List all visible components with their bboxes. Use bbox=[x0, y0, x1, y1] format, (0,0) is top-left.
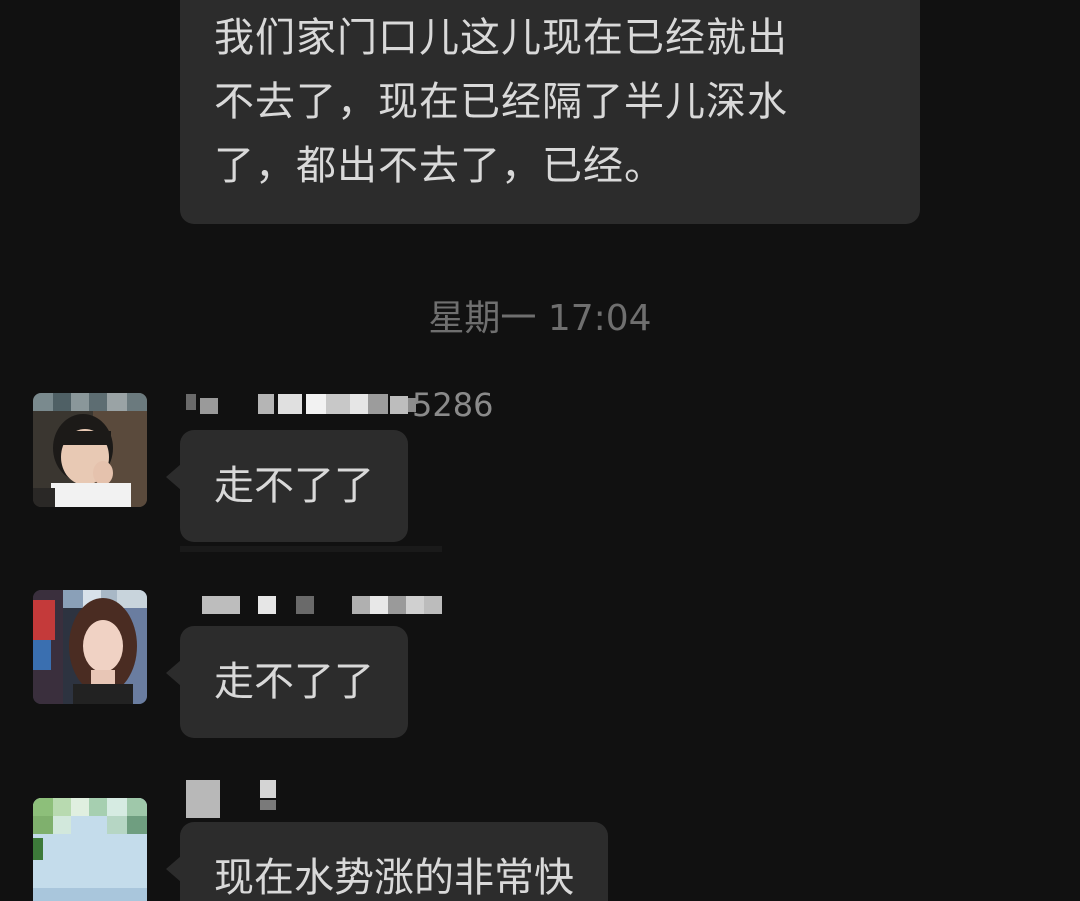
sender-name bbox=[186, 780, 306, 818]
message-text: 现在水势涨的非常快 bbox=[214, 855, 574, 901]
pixelated-name-icon bbox=[202, 596, 442, 614]
bubble-tail bbox=[166, 660, 181, 686]
avatar-woman-long-hair-icon bbox=[33, 590, 147, 704]
message-line: 不去了，现在已经隔了半儿深水 bbox=[214, 79, 788, 125]
message-line: 了，都出不去了，已经。 bbox=[214, 143, 665, 189]
chat-screen: 我们家门口儿这儿现在已经就出 不去了，现在已经隔了半儿深水 了，都出不去了，已经… bbox=[0, 0, 1080, 901]
avatar[interactable] bbox=[33, 798, 147, 901]
divider bbox=[180, 546, 442, 552]
message-text: 走不了了 bbox=[214, 463, 374, 509]
sender-name bbox=[202, 596, 462, 630]
avatar-sky-landscape-icon bbox=[33, 798, 147, 901]
avatar[interactable] bbox=[33, 590, 147, 704]
sender-name: 5286 bbox=[186, 388, 506, 422]
sender-name-text: 5286 bbox=[412, 386, 494, 424]
bubble-tail bbox=[166, 464, 181, 490]
message-line: 我们家门口儿这儿现在已经就出 bbox=[214, 15, 788, 61]
pixelated-name-icon bbox=[186, 780, 276, 818]
message-bubble-top[interactable]: 我们家门口儿这儿现在已经就出 不去了，现在已经隔了半儿深水 了，都出不去了，已经… bbox=[180, 0, 920, 224]
message-bubble[interactable]: 走不了了 bbox=[166, 430, 408, 542]
avatar[interactable] bbox=[33, 393, 147, 507]
bubble-tail bbox=[166, 856, 181, 882]
message-bubble[interactable]: 现在水势涨的非常快 bbox=[166, 822, 608, 901]
pixelated-name-icon bbox=[186, 394, 416, 414]
message-text: 走不了了 bbox=[214, 659, 374, 705]
message-bubble[interactable]: 走不了了 bbox=[166, 626, 408, 738]
chat-timestamp: 星期一 17:04 bbox=[428, 298, 652, 339]
avatar-woman-short-hair-icon bbox=[33, 393, 147, 507]
